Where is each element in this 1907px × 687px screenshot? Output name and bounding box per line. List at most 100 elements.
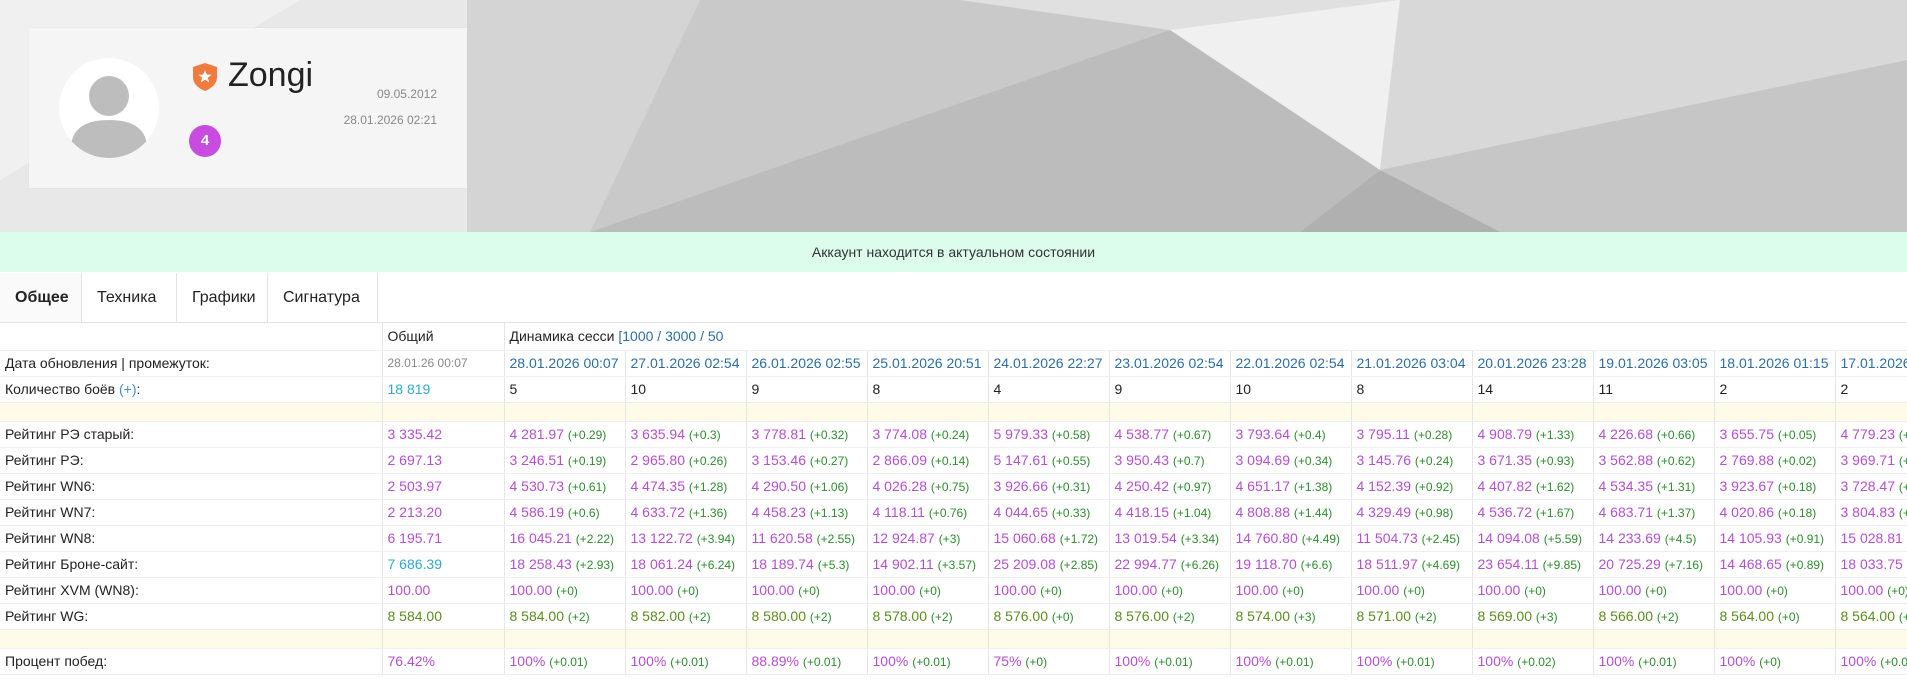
session-value-cell: 5 147.61 (+0.55) xyxy=(988,447,1110,474)
session-delta: (+0) xyxy=(1645,584,1667,598)
session-delta: (+3.94) xyxy=(696,532,736,546)
session-date-link[interactable]: 17.01.2026 2 xyxy=(1835,350,1907,377)
session-delta: (+0.18) xyxy=(1777,480,1817,494)
session-value-cell: 4 418.15 (+1.04) xyxy=(1109,499,1231,526)
session-value: 8 582.00 xyxy=(630,608,686,624)
session-date-link[interactable]: 27.01.2026 02:54 xyxy=(625,350,747,377)
session-value-cell: 100.00 (+0) xyxy=(625,577,747,604)
session-delta: (+0.4) xyxy=(1293,428,1326,442)
session-value-cell: 100.00 (+0) xyxy=(988,577,1110,604)
session-value-cell: 3 655.75 (+0.05) xyxy=(1714,421,1836,448)
session-value: 3 923.67 xyxy=(1719,478,1775,494)
session-delta: (+2.93) xyxy=(575,558,615,572)
tab-signature[interactable]: Сигнатура xyxy=(268,273,378,322)
battles-label-text: Количество боёв xyxy=(5,381,116,397)
session-value: 3 804.83 xyxy=(1840,504,1896,520)
session-delta: (+2.85) xyxy=(1059,558,1099,572)
tab-vehicles[interactable]: Техника xyxy=(82,273,177,322)
session-value: 100.00 xyxy=(1477,582,1521,598)
spacer-cell xyxy=(746,402,868,422)
session-value-cell: 14 468.65 (+0.89) xyxy=(1714,551,1836,578)
tab-charts[interactable]: Графики xyxy=(177,273,268,322)
session-delta: (+0) xyxy=(1025,655,1048,669)
session-value: 8 576.00 xyxy=(1114,608,1170,624)
session-value: 100% xyxy=(1598,653,1635,669)
session-delta: (+0.92) xyxy=(1414,480,1454,494)
session-value-cell: 4 281.97 (+0.29) xyxy=(504,421,626,448)
session-delta: (+0) xyxy=(1524,584,1546,598)
session-delta: (+6.6) xyxy=(1300,558,1333,572)
table-row: Рейтинг РЭ старый: 3 335.42 4 281.97 (+0.2… xyxy=(0,421,1907,448)
session-date-link[interactable]: 22.01.2026 02:54 xyxy=(1230,350,1352,377)
session-delta: (+1.72) xyxy=(1059,532,1099,546)
session-delta: (+0.75) xyxy=(930,480,970,494)
session-value: 100% xyxy=(1719,653,1756,669)
battles-expand-link[interactable]: (+) xyxy=(119,381,137,397)
spacer-cell xyxy=(504,629,626,649)
session-delta: (+0.02) xyxy=(1517,655,1556,669)
session-value: 100.00 xyxy=(630,582,674,598)
session-value: 100% xyxy=(1235,653,1272,669)
session-delta: (+9.85) xyxy=(1542,558,1581,572)
session-value-cell: 3 562.88 (+0.62) xyxy=(1593,447,1715,474)
session-value: 8 571.00 xyxy=(1356,608,1412,624)
session-date-link[interactable]: 20.01.2026 23:28 xyxy=(1472,350,1594,377)
session-value: 4 908.79 xyxy=(1477,426,1533,442)
session-date-link[interactable]: 19.01.2026 03:05 xyxy=(1593,350,1715,377)
table-header-row: Общий Динамика сесси [1000 / 3000 / 50 xyxy=(0,323,1907,351)
session-delta: (+0.89) xyxy=(1785,558,1825,572)
session-delta: (+3) xyxy=(1293,610,1316,624)
session-delta: (+0 xyxy=(1898,506,1907,520)
table-row: Рейтинг WN6: 2 503.97 4 530.73 (+0.61) 4 47… xyxy=(0,473,1907,500)
table-row: Рейтинг Броне-сайт: 7 686.39 18 258.43 (+2… xyxy=(0,551,1907,578)
session-delta: (+1.04) xyxy=(1172,506,1212,520)
session-date-link[interactable]: 18.01.2026 01:15 xyxy=(1714,350,1836,377)
session-date-link[interactable]: 28.01.2026 00:07 xyxy=(504,350,626,377)
session-value-cell: 4 044.65 (+0.33) xyxy=(988,499,1110,526)
session-value-cell: 8 564.00 (+0) xyxy=(1835,603,1907,630)
session-value: 4 586.19 xyxy=(509,504,565,520)
session-range-link[interactable]: [1000 / 3000 / 50 xyxy=(618,328,723,344)
account-status-message: Аккаунт находится в актуальном состоянии xyxy=(0,232,1907,272)
session-date-link[interactable]: 26.01.2026 02:55 xyxy=(746,350,868,377)
row-label: Рейтинг WN6: xyxy=(0,473,383,500)
session-delta: (+4.5) xyxy=(1664,532,1697,546)
session-date-link[interactable]: 25.01.2026 20:51 xyxy=(867,350,989,377)
profile-card: Zongi 09.05.2012 28.01.2026 02:21 4 xyxy=(29,28,467,188)
session-value-cell: 13 019.54 (+3.34) xyxy=(1109,525,1231,552)
session-date-link[interactable]: 23.01.2026 02:54 xyxy=(1109,350,1231,377)
session-value: 18 189.74 xyxy=(751,556,814,572)
session-value-cell: 4 407.82 (+1.62) xyxy=(1472,473,1594,500)
session-value-cell: 3 774.08 (+0.24) xyxy=(867,421,989,448)
session-delta: (+1.33) xyxy=(1535,428,1575,442)
session-value-cell: 4 474.35 (+1.28) xyxy=(625,473,747,500)
session-value-cell: 4 683.71 (+1.37) xyxy=(1593,499,1715,526)
spacer-cell xyxy=(1230,629,1352,649)
session-value-cell: 4 250.42 (+0.97) xyxy=(1109,473,1231,500)
spacer-cell xyxy=(0,629,383,649)
session-value-cell: 100.00 (+0) xyxy=(1593,577,1715,604)
session-delta: (+3) xyxy=(1535,610,1558,624)
overall-value: 2 213.20 xyxy=(382,499,505,526)
session-value-cell: 4 530.73 (+0.61) xyxy=(504,473,626,500)
spacer-cell xyxy=(1472,629,1594,649)
spacer-cell xyxy=(1714,402,1836,422)
session-value: 8 564.00 xyxy=(1840,608,1896,624)
session-value: 19 118.70 xyxy=(1235,556,1297,572)
session-value-cell: 100.00 (+0) xyxy=(1835,577,1907,604)
tab-general[interactable]: Общее xyxy=(0,273,82,322)
session-value: 8 564.00 xyxy=(1719,608,1775,624)
session-delta: (+0.05) xyxy=(1777,428,1817,442)
session-value: 4 683.71 xyxy=(1598,504,1654,520)
header-empty-cell xyxy=(0,323,383,351)
spacer-cell xyxy=(382,402,505,422)
session-value-cell: 8 566.00 (+2) xyxy=(1593,603,1715,630)
session-value: 100.00 xyxy=(1840,582,1884,598)
session-date-link[interactable]: 24.01.2026 22:27 xyxy=(988,350,1110,377)
session-delta: (+0) xyxy=(1161,584,1183,598)
session-delta: (+2) xyxy=(930,610,953,624)
spacer-cell xyxy=(988,402,1110,422)
session-battles: 14 xyxy=(1472,376,1594,403)
session-value: 100% xyxy=(1477,653,1514,669)
session-date-link[interactable]: 21.01.2026 03:04 xyxy=(1351,350,1473,377)
